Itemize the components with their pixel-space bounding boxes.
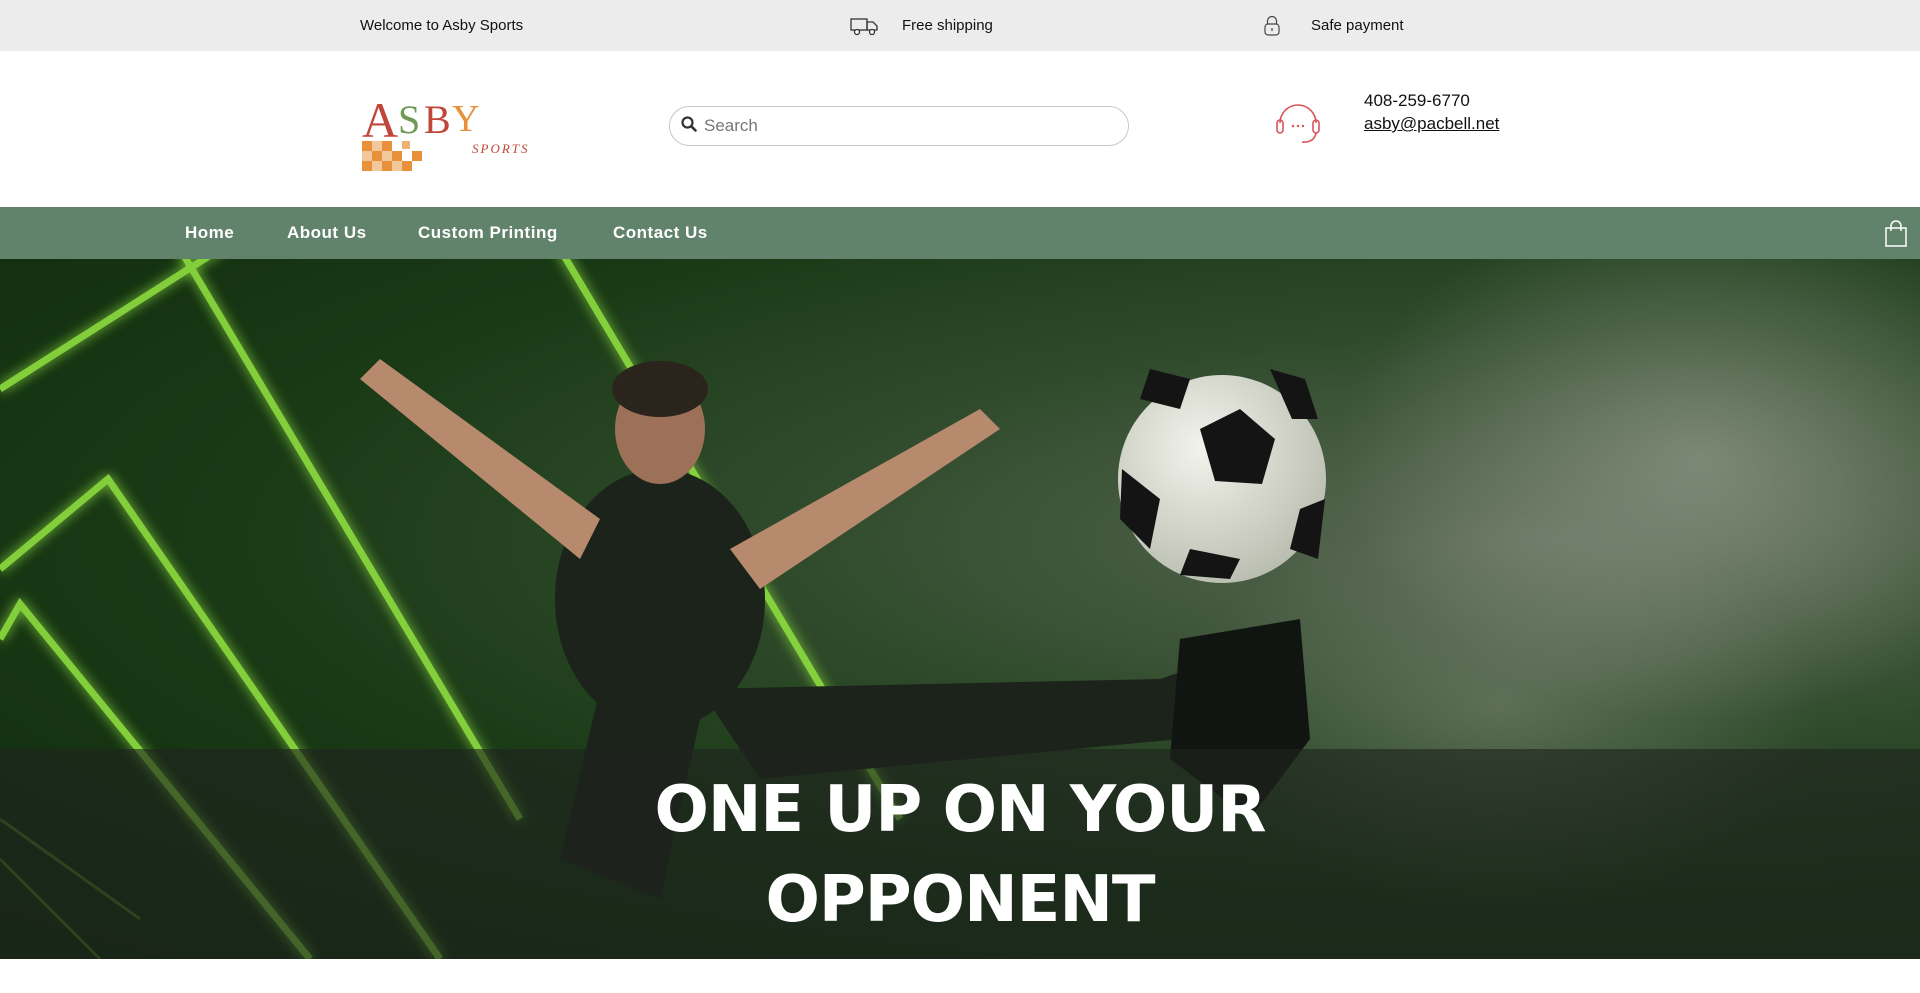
headset-icon (1272, 95, 1324, 147)
lock-icon (1263, 0, 1283, 51)
svg-text:B: B (424, 97, 451, 142)
nav-item-contact-us[interactable]: Contact Us (613, 207, 708, 259)
free-shipping-text: Free shipping (902, 17, 993, 34)
shopping-bag-icon[interactable] (1884, 220, 1908, 248)
svg-text:Y: Y (452, 98, 479, 140)
email-link[interactable]: asby@pacbell.net (1364, 112, 1499, 135)
search-icon (681, 115, 697, 137)
asby-sports-logo[interactable]: A S B Y SPORTS (360, 87, 532, 177)
top-bar: Welcome to Asby Sports Free shipping Saf… (0, 0, 1920, 51)
hero-banner: ONE UP ON YOUR OPPONENT (0, 259, 1920, 959)
svg-text:S: S (398, 97, 420, 142)
phone-number[interactable]: 408-259-6770 (1364, 89, 1499, 112)
hero-headline-line1: ONE UP ON YOUR (654, 773, 1266, 847)
hero-headline-line2: OPPONENT (765, 863, 1155, 937)
svg-text:SPORTS: SPORTS (472, 141, 530, 156)
search-box[interactable] (669, 106, 1129, 146)
nav-item-about-us[interactable]: About Us (287, 207, 367, 259)
logo-a: A (362, 92, 398, 148)
site-header: A S B Y SPORTS 408-259-6770 asby@pacbell… (0, 51, 1920, 207)
main-nav: Home About Us Custom Printing Contact Us (0, 207, 1920, 259)
welcome-text: Welcome to Asby Sports (360, 17, 524, 34)
search-input[interactable] (704, 116, 1104, 136)
nav-item-custom-printing[interactable]: Custom Printing (418, 207, 558, 259)
page-continuation (0, 959, 1920, 993)
safe-payment-text: Safe payment (1311, 17, 1404, 34)
nav-item-home[interactable]: Home (185, 207, 234, 259)
truck-icon (850, 0, 880, 51)
contact-info: 408-259-6770 asby@pacbell.net (1364, 89, 1499, 135)
hero-headline: ONE UP ON YOUR OPPONENT (0, 765, 1920, 945)
